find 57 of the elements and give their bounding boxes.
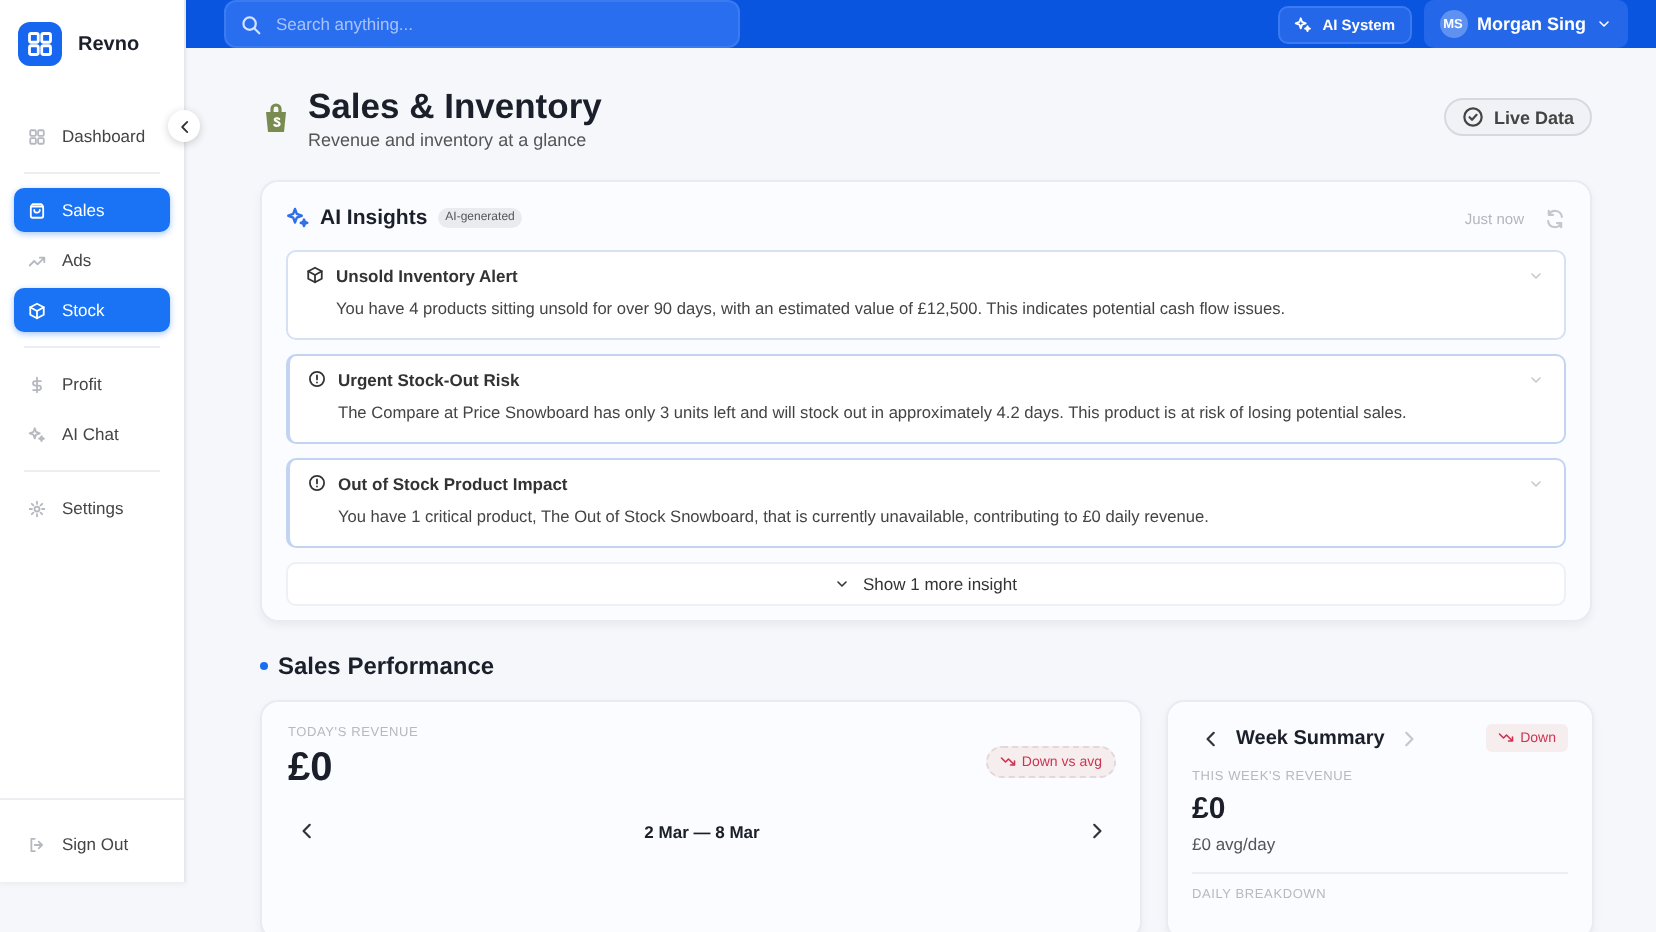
show-more-button[interactable]: Show 1 more insight	[286, 562, 1566, 606]
chevron-down-icon	[1528, 475, 1544, 491]
cube-icon	[28, 301, 46, 319]
refresh-icon	[1544, 207, 1566, 229]
bag-icon	[28, 201, 46, 219]
insight-item[interactable]: Urgent Stock-Out Risk The Compare at Price Snowboard has only 3 units left and will stock out in approximately 4.2 days. This product is at risk of losing potential sales.	[286, 354, 1566, 444]
sidebar-item[interactable]: Settings	[14, 486, 170, 530]
sparkle-icon	[1294, 15, 1313, 33]
check-circle-icon	[1461, 106, 1484, 128]
dollar-icon	[28, 375, 46, 393]
live-data-button[interactable]: Live Data	[1443, 98, 1592, 136]
trend-icon	[28, 251, 46, 269]
sparkle-icon	[28, 425, 46, 443]
sign-out-icon	[28, 835, 46, 853]
page-subtitle: Revenue and inventory at a glance	[308, 130, 589, 150]
brand-name: Revno	[78, 33, 140, 55]
insight-text: You have 1 critical product, The Out of Stock Snowboard, that is currently unavailable, contributing to £0 daily revenue.	[336, 506, 1211, 526]
metric-value: £0	[1192, 792, 1228, 826]
sidebar-item[interactable]: Dashboard	[14, 114, 170, 158]
shopping-bag-icon	[260, 100, 292, 136]
chevron-down-icon	[1528, 267, 1544, 283]
date-range: 2 Mar — 8 Mar	[644, 821, 760, 841]
metric-value: £0	[288, 746, 335, 792]
collapse-button[interactable]	[168, 110, 200, 142]
grid-icon	[28, 127, 46, 145]
bullet-icon	[260, 662, 268, 670]
chevron-down-icon	[834, 576, 851, 592]
logo-icon	[18, 22, 62, 66]
chevron-down-icon	[1596, 16, 1612, 32]
card-title: AI Insights	[320, 206, 428, 230]
sparkle-icon	[286, 206, 310, 230]
insight-title: Unsold Inventory Alert	[336, 265, 518, 285]
alert-icon	[308, 370, 326, 388]
insight-item[interactable]: Out of Stock Product Impact You have 1 critical product, The Out of Stock Snowboard, that is currently unavailable, contributing to £0 daily revenue.	[286, 458, 1566, 548]
downtrend-icon	[999, 754, 1016, 770]
insight-title: Urgent Stock-Out Risk	[338, 369, 520, 389]
section-title: Sales Performance	[278, 652, 495, 680]
insight-text: You have 4 products sitting unsold for over 90 days, with an estimated value of £12,500. This indicates potential cash flow issues.	[334, 298, 1288, 318]
settings-icon	[28, 499, 46, 517]
sidebar-item[interactable]: AI Chat	[14, 412, 170, 456]
sidebar-item[interactable]: Ads	[14, 238, 170, 282]
sidebar-item[interactable]: Stock	[14, 288, 170, 332]
sidebar-item[interactable]: Sales	[14, 188, 170, 232]
chevron-down-icon	[1528, 371, 1544, 387]
insight-item[interactable]: Unsold Inventory Alert You have 4 products sitting unsold for over 90 days, with an estimated value of £12,500. This indicates potential cash flow issues.	[286, 250, 1566, 340]
cube-icon	[306, 266, 324, 284]
page-title: Sales & Inventory	[308, 86, 602, 128]
insight-text: The Compare at Price Snowboard has only 3 units left and will stock out in approximately 4.2 days. This product is at risk of losing potential sales.	[336, 402, 1409, 422]
metric-note: £0 avg/day	[1192, 834, 1278, 854]
sidebar-item[interactable]: Profit	[14, 362, 170, 406]
insight-title: Out of Stock Product Impact	[338, 473, 568, 493]
chevron-left-icon	[175, 117, 193, 135]
downtrend-icon	[1498, 730, 1515, 746]
sign-out-link[interactable]: Sign Out	[14, 822, 170, 866]
card-title: Week Summary	[1236, 727, 1385, 749]
alert-icon	[308, 474, 326, 492]
search-field[interactable]: Search anything...	[224, 0, 740, 48]
